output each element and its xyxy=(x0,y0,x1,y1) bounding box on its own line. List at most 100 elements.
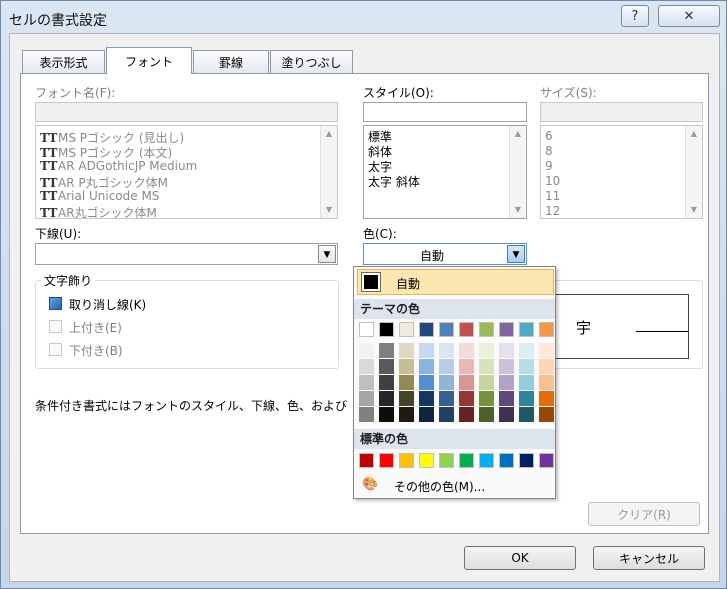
color-swatch[interactable] xyxy=(519,322,534,337)
color-swatch[interactable] xyxy=(479,359,494,374)
color-swatch[interactable] xyxy=(479,322,494,337)
color-swatch[interactable] xyxy=(539,343,554,358)
color-swatch[interactable] xyxy=(459,407,474,422)
color-swatch[interactable] xyxy=(519,391,534,406)
scroll-down-icon[interactable]: ▼ xyxy=(510,202,526,218)
color-swatch[interactable] xyxy=(379,343,394,358)
color-swatch[interactable] xyxy=(359,343,374,358)
color-swatch[interactable] xyxy=(439,407,454,422)
color-swatch[interactable] xyxy=(439,322,454,337)
color-swatch[interactable] xyxy=(519,359,534,374)
list-item[interactable]: TTAR ADGothicJP Medium xyxy=(40,159,197,173)
cancel-button[interactable]: キャンセル xyxy=(593,546,705,570)
color-swatch[interactable] xyxy=(359,375,374,390)
color-swatch[interactable] xyxy=(419,359,434,374)
tab-border[interactable]: 罫線 xyxy=(193,50,269,73)
list-item[interactable]: 8 xyxy=(545,144,553,158)
color-swatch[interactable] xyxy=(399,322,414,337)
color-swatch[interactable] xyxy=(379,391,394,406)
list-item[interactable]: TTArial Unicode MS xyxy=(40,189,159,203)
list-item[interactable]: 太字 斜体 xyxy=(368,173,420,190)
scroll-up-icon[interactable]: ▲ xyxy=(510,126,526,142)
color-swatch[interactable] xyxy=(419,375,434,390)
subscript-checkbox[interactable] xyxy=(49,343,62,356)
color-swatch[interactable] xyxy=(439,391,454,406)
color-swatch[interactable] xyxy=(459,322,474,337)
font-style-scrollbar[interactable]: ▲ ▼ xyxy=(509,126,526,218)
color-swatch[interactable] xyxy=(359,407,374,422)
list-item[interactable]: 12 xyxy=(545,204,560,218)
color-swatch[interactable] xyxy=(499,322,514,337)
list-item[interactable]: TTAR丸ゴシック体M xyxy=(40,204,157,221)
color-swatch[interactable] xyxy=(399,375,414,390)
close-button[interactable]: ✕ xyxy=(658,5,720,27)
color-swatch[interactable] xyxy=(459,453,474,468)
list-item[interactable]: 10 xyxy=(545,174,560,188)
color-swatch[interactable] xyxy=(399,453,414,468)
color-swatch[interactable] xyxy=(399,407,414,422)
scroll-down-icon[interactable]: ▼ xyxy=(321,202,337,218)
underline-select[interactable]: ▼ xyxy=(35,243,338,265)
color-swatch[interactable] xyxy=(479,343,494,358)
color-swatch[interactable] xyxy=(459,359,474,374)
chevron-down-icon[interactable]: ▼ xyxy=(318,245,336,263)
tab-font[interactable]: フォント xyxy=(106,47,192,74)
color-swatch[interactable] xyxy=(479,391,494,406)
scroll-up-icon[interactable]: ▲ xyxy=(321,126,337,142)
font-size-scrollbar[interactable]: ▲ ▼ xyxy=(685,126,702,218)
color-swatch[interactable] xyxy=(419,407,434,422)
color-swatch[interactable] xyxy=(359,453,374,468)
font-size-input[interactable] xyxy=(540,102,703,122)
color-swatch[interactable] xyxy=(539,375,554,390)
scroll-down-icon[interactable]: ▼ xyxy=(686,202,702,218)
color-swatch[interactable] xyxy=(399,359,414,374)
more-colors-option[interactable]: 🎨 その他の色(M)... xyxy=(354,474,555,498)
color-swatch[interactable] xyxy=(359,322,374,337)
color-swatch[interactable] xyxy=(499,343,514,358)
color-swatch[interactable] xyxy=(539,407,554,422)
color-swatch[interactable] xyxy=(379,322,394,337)
strikethrough-checkbox[interactable] xyxy=(49,297,62,310)
help-button[interactable]: ? xyxy=(621,5,649,27)
chevron-down-icon[interactable]: ▼ xyxy=(507,245,525,263)
color-swatch[interactable] xyxy=(519,453,534,468)
color-swatch[interactable] xyxy=(539,322,554,337)
font-style-input[interactable] xyxy=(363,102,527,122)
color-swatch[interactable] xyxy=(399,343,414,358)
font-style-list[interactable]: 標準 斜体 太字 太字 斜体 ▲ ▼ xyxy=(363,125,527,219)
color-swatch[interactable] xyxy=(379,375,394,390)
color-swatch[interactable] xyxy=(499,391,514,406)
color-swatch[interactable] xyxy=(419,391,434,406)
color-swatch[interactable] xyxy=(499,453,514,468)
color-swatch[interactable] xyxy=(399,391,414,406)
list-item[interactable]: 9 xyxy=(545,159,553,173)
font-name-scrollbar[interactable]: ▲ ▼ xyxy=(320,126,337,218)
tab-number-format[interactable]: 表示形式 xyxy=(22,50,105,73)
color-swatch[interactable] xyxy=(359,359,374,374)
color-swatch[interactable] xyxy=(479,407,494,422)
color-swatch[interactable] xyxy=(459,391,474,406)
color-swatch[interactable] xyxy=(459,343,474,358)
color-select[interactable]: 自動 ▼ xyxy=(363,243,527,265)
color-swatch[interactable] xyxy=(439,453,454,468)
font-size-list[interactable]: 6 8 9 10 11 12 ▲ ▼ xyxy=(540,125,703,219)
color-swatch[interactable] xyxy=(519,343,534,358)
color-swatch[interactable] xyxy=(439,343,454,358)
color-swatch[interactable] xyxy=(479,453,494,468)
auto-color-option[interactable]: 自動 xyxy=(357,269,554,295)
color-swatch[interactable] xyxy=(479,375,494,390)
clear-button[interactable]: クリア(R) xyxy=(588,502,700,526)
color-swatch[interactable] xyxy=(379,359,394,374)
color-swatch[interactable] xyxy=(539,453,554,468)
color-swatch[interactable] xyxy=(419,322,434,337)
color-swatch[interactable] xyxy=(539,391,554,406)
color-swatch[interactable] xyxy=(499,407,514,422)
color-swatch[interactable] xyxy=(359,391,374,406)
color-swatch[interactable] xyxy=(439,375,454,390)
color-swatch[interactable] xyxy=(499,375,514,390)
tab-fill[interactable]: 塗りつぶし xyxy=(270,50,353,73)
ok-button[interactable]: OK xyxy=(464,546,576,570)
font-name-list[interactable]: TTMS Pゴシック (見出し) TTMS Pゴシック (本文) TTAR AD… xyxy=(35,125,338,221)
color-swatch[interactable] xyxy=(499,359,514,374)
color-swatch[interactable] xyxy=(519,375,534,390)
